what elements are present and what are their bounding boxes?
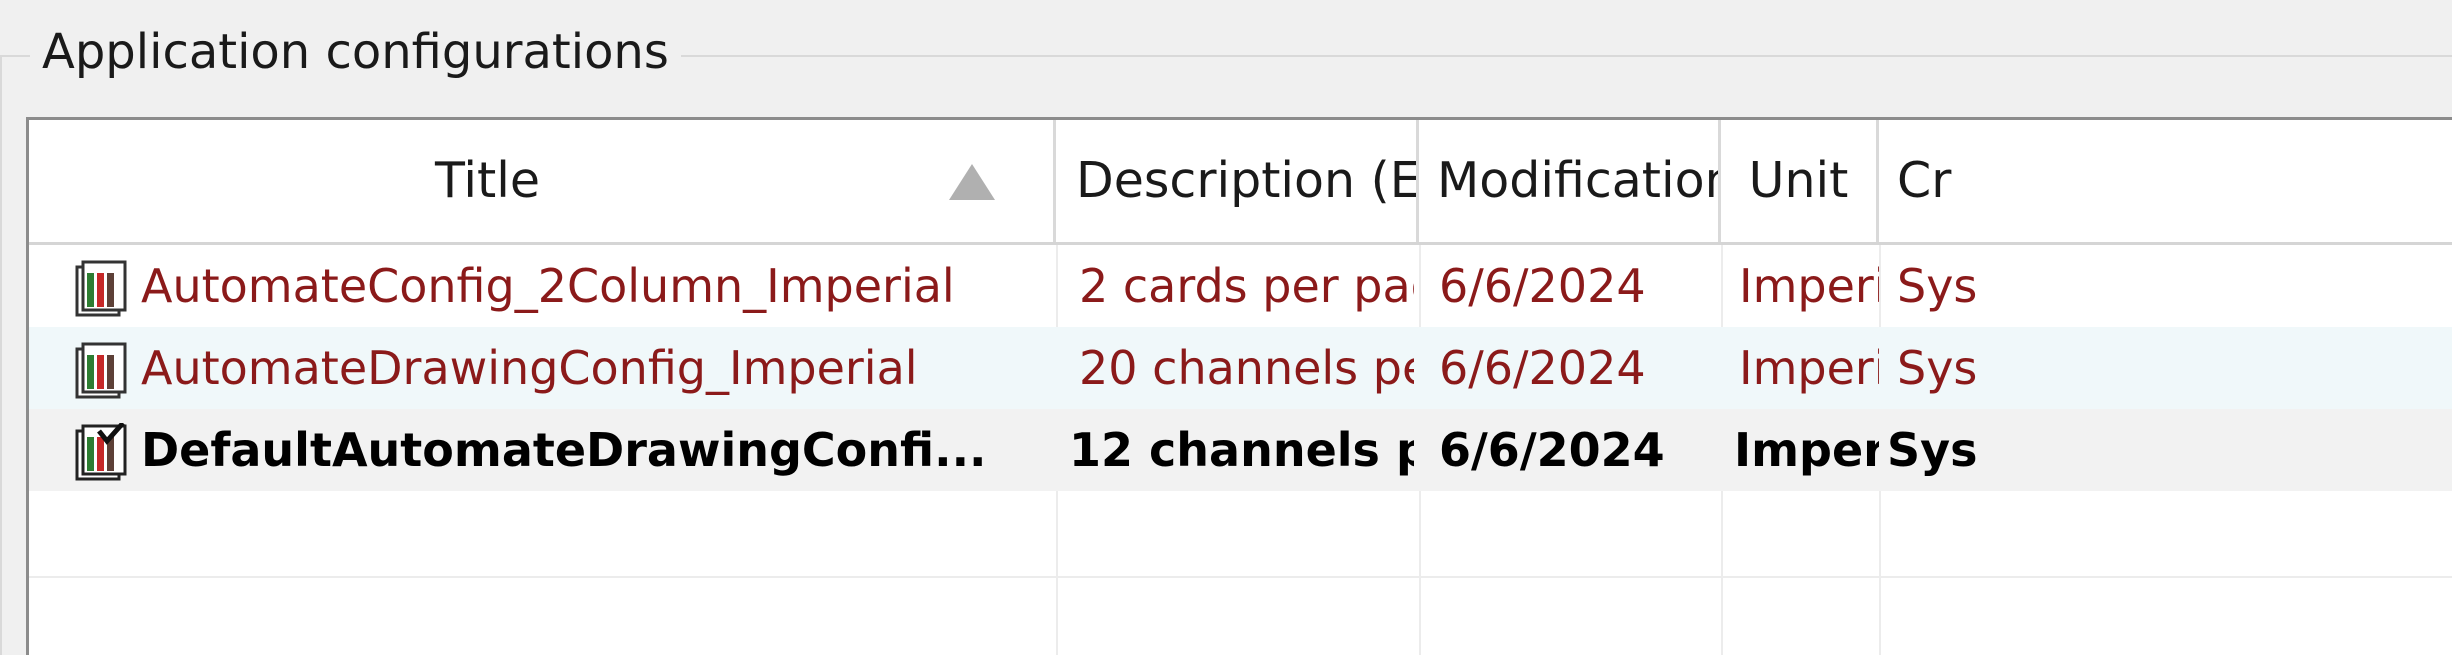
table-row[interactable]: AutomateConfig_2Column_Imperial 2 cards … <box>29 245 2452 327</box>
row-created: Sys <box>1887 423 1977 477</box>
column-header-description[interactable]: Description (English) <box>1056 120 1419 242</box>
row-title: AutomateDrawingConfig_Imperial <box>141 341 918 395</box>
config-book-icon <box>75 342 127 399</box>
sort-ascending-icon <box>949 164 995 200</box>
row-description: 2 cards per page <box>1079 259 1414 313</box>
row-description: 12 channels per p... <box>1069 423 1414 477</box>
column-header-date-label: Modification date <box>1437 152 1721 209</box>
table-row[interactable]: AutomateDrawingConfig_Imperial 20 channe… <box>29 327 2452 409</box>
configurations-list[interactable]: Title Description (English) Modification… <box>26 117 2452 655</box>
column-header-created-label: Cr <box>1897 152 1952 209</box>
row-date: 6/6/2024 <box>1439 423 1665 477</box>
row-date: 6/6/2024 <box>1439 341 1646 395</box>
column-header-description-label: Description (English) <box>1076 152 1419 209</box>
row-created: Sys <box>1897 259 1977 313</box>
list-header: Title Description (English) Modification… <box>29 120 2452 245</box>
column-header-created[interactable]: Cr <box>1879 120 2452 242</box>
column-header-unit[interactable]: Unit <box>1721 120 1879 242</box>
column-header-title[interactable]: Title <box>29 120 1056 242</box>
table-row[interactable]: DefaultAutomateDrawingConfi... 12 channe… <box>29 409 2452 491</box>
row-unit: Imperial <box>1734 423 1879 477</box>
column-header-title-label: Title <box>435 152 541 209</box>
row-unit: Imperial <box>1739 341 1879 395</box>
row-created: Sys <box>1897 341 1977 395</box>
row-title: DefaultAutomateDrawingConfi... <box>141 423 987 477</box>
row-date: 6/6/2024 <box>1439 259 1646 313</box>
grid-line <box>29 576 2452 578</box>
row-description: 20 channels per page <box>1079 341 1414 395</box>
group-title: Application configurations <box>30 22 681 82</box>
config-book-icon <box>75 260 127 317</box>
column-header-unit-label: Unit <box>1748 152 1849 209</box>
config-book-default-icon <box>75 423 127 481</box>
row-unit: Imperial <box>1739 259 1879 313</box>
column-header-modification-date[interactable]: Modification date <box>1419 120 1721 242</box>
row-title: AutomateConfig_2Column_Imperial <box>141 259 955 313</box>
app-config-panel: Application configurations Title Descrip… <box>0 0 2452 655</box>
